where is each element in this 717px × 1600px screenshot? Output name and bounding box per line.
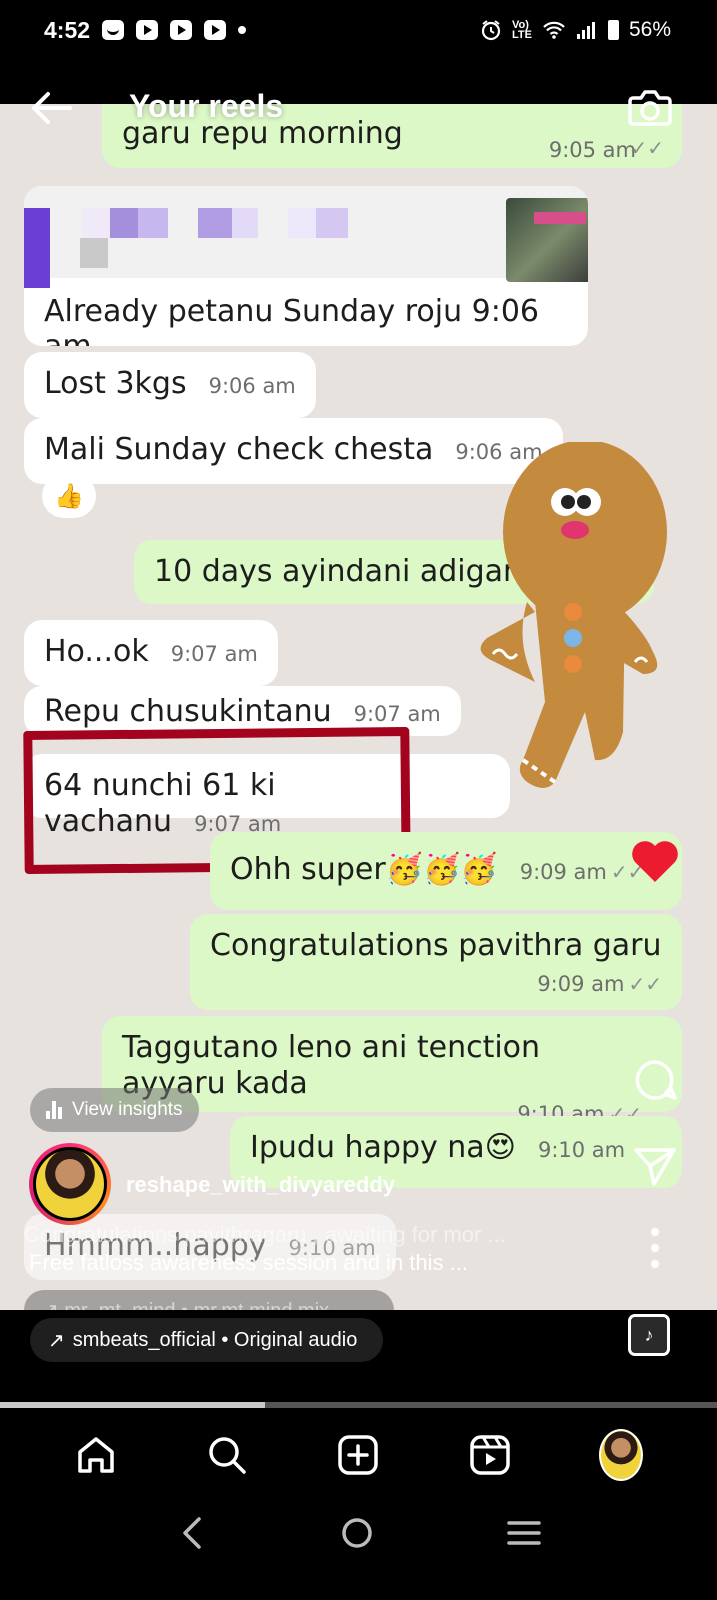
view-insights-label: View insights bbox=[72, 1099, 183, 1120]
audio-button[interactable]: ↗ smbeats_official • Original audio bbox=[30, 1318, 384, 1362]
create-icon bbox=[338, 1435, 379, 1475]
blur-block bbox=[80, 238, 108, 268]
message-text: Repu chusukintanu bbox=[44, 694, 332, 729]
reaction-badge: 👍 bbox=[42, 474, 96, 518]
nav-home[interactable] bbox=[74, 1433, 118, 1477]
camera-icon[interactable] bbox=[627, 86, 673, 128]
avatar-image bbox=[33, 1147, 107, 1221]
background-comment: Congratulations pavithragaru , awaiting … bbox=[24, 1222, 506, 1247]
profile-avatar bbox=[599, 1429, 644, 1481]
progress-bar[interactable] bbox=[0, 1402, 717, 1408]
message-text: Ohh super🥳🥳🥳 bbox=[230, 852, 498, 887]
nav-create[interactable] bbox=[336, 1433, 380, 1477]
status-bar: 4:52 Vo) LTE 56% bbox=[0, 0, 717, 60]
view-insights-button[interactable]: View insights bbox=[30, 1088, 199, 1132]
blur-block bbox=[232, 208, 258, 238]
background-audio: ↗ mr_mt_mind • mr.mt.mind mix bbox=[24, 1290, 394, 1310]
chat-bubble-reply: Already petanu Sunday roju 9:06 am bbox=[24, 186, 588, 346]
chat-bubble-outgoing: Congratulations pavithra garu 9:09 am ✓✓ bbox=[190, 914, 682, 1010]
gingerbread-sticker bbox=[480, 442, 667, 788]
message-time: 9:09 am bbox=[537, 972, 625, 996]
send-icon bbox=[634, 1148, 676, 1186]
comment-button[interactable] bbox=[625, 1056, 685, 1104]
reply-accent-bar bbox=[24, 208, 50, 288]
message-text: Ho...ok bbox=[44, 634, 149, 669]
caption[interactable]: Free fatloss awareness session and in th… bbox=[29, 1250, 549, 1276]
message-time: 9:05 am bbox=[548, 138, 636, 162]
more-options-button[interactable] bbox=[625, 1226, 685, 1270]
blur-block bbox=[138, 208, 168, 238]
alarm-icon bbox=[481, 20, 501, 41]
message-text: Lost 3kgs bbox=[44, 366, 187, 401]
comment-icon bbox=[635, 1060, 677, 1100]
page-title: Your reels bbox=[129, 88, 284, 124]
back-arrow-icon[interactable] bbox=[26, 88, 74, 128]
audio-thumbnail[interactable]: ♪ bbox=[628, 1314, 670, 1356]
battery-icon bbox=[607, 20, 619, 40]
blur-block bbox=[316, 208, 348, 238]
search-icon bbox=[209, 1437, 246, 1474]
more-vertical-icon bbox=[651, 1228, 659, 1268]
background-audio-text: mr_mt_mind • mr.mt.mind mix bbox=[64, 1300, 329, 1310]
read-ticks-icon: ✓✓ bbox=[630, 136, 664, 160]
progress-fill bbox=[0, 1402, 266, 1408]
notification-icon bbox=[102, 20, 125, 40]
recents-nav-icon[interactable] bbox=[506, 1518, 541, 1548]
android-nav bbox=[0, 1498, 717, 1568]
message-text: Already petanu Sunday roju bbox=[44, 294, 463, 329]
arrow-up-right-icon: ↗ bbox=[48, 1329, 65, 1352]
message-text: Mali Sunday check chesta bbox=[44, 432, 434, 467]
nav-profile[interactable] bbox=[599, 1429, 644, 1481]
message-text: Taggutano leno ani tenction ayyaru kada bbox=[122, 1030, 541, 1101]
chat-bubble-incoming: Ho...ok 9:07 am bbox=[24, 620, 278, 686]
chat-bubble-outgoing: Ohh super🥳🥳🥳 9:09 am ✓✓ bbox=[210, 832, 682, 910]
message-time: 9:09 am bbox=[519, 860, 607, 884]
battery-percent: 56% bbox=[628, 18, 671, 41]
chat-bubble-incoming: Lost 3kgs 9:06 am bbox=[24, 352, 316, 418]
reply-thumbnail bbox=[506, 198, 588, 282]
wifi-icon bbox=[543, 21, 565, 39]
back-nav-icon[interactable] bbox=[177, 1515, 207, 1551]
more-notifications-icon bbox=[238, 26, 247, 34]
blur-block bbox=[198, 208, 232, 238]
like-button[interactable] bbox=[625, 838, 685, 886]
avatar[interactable] bbox=[29, 1143, 111, 1225]
home-icon bbox=[77, 1437, 114, 1473]
youtube-icon bbox=[204, 20, 227, 40]
message-time: 9:10 am bbox=[537, 1138, 626, 1162]
music-note-icon: ♪ bbox=[644, 1324, 654, 1345]
signal-icon bbox=[576, 22, 595, 39]
message-time: 9:06 am bbox=[208, 374, 296, 398]
nav-reels[interactable] bbox=[468, 1433, 512, 1477]
message-text: Ipudu happy na😍 bbox=[250, 1130, 516, 1165]
insights-icon bbox=[46, 1101, 64, 1119]
message-text: Congratulations pavithra garu bbox=[210, 928, 662, 963]
username[interactable]: reshape_with_divyareddy bbox=[126, 1172, 395, 1198]
reels-icon bbox=[470, 1435, 510, 1475]
blur-block bbox=[288, 208, 316, 238]
audio-label: smbeats_official • Original audio bbox=[72, 1328, 358, 1351]
bottom-nav bbox=[0, 1412, 717, 1498]
youtube-icon bbox=[136, 20, 159, 40]
nav-search[interactable] bbox=[205, 1433, 249, 1477]
action-rail bbox=[625, 838, 685, 1270]
volte-icon: Vo) LTE bbox=[512, 19, 532, 41]
share-button[interactable] bbox=[625, 1144, 685, 1190]
blur-block bbox=[110, 208, 138, 238]
blur-block bbox=[82, 208, 110, 238]
home-nav-icon[interactable] bbox=[340, 1516, 374, 1550]
heart-icon bbox=[632, 841, 678, 882]
youtube-icon bbox=[170, 20, 193, 40]
thumbs-up-icon: 👍 bbox=[54, 482, 84, 510]
message-time: 9:07 am bbox=[170, 642, 258, 666]
status-time: 4:52 bbox=[44, 16, 91, 43]
message-time: 9:07 am bbox=[353, 702, 441, 726]
